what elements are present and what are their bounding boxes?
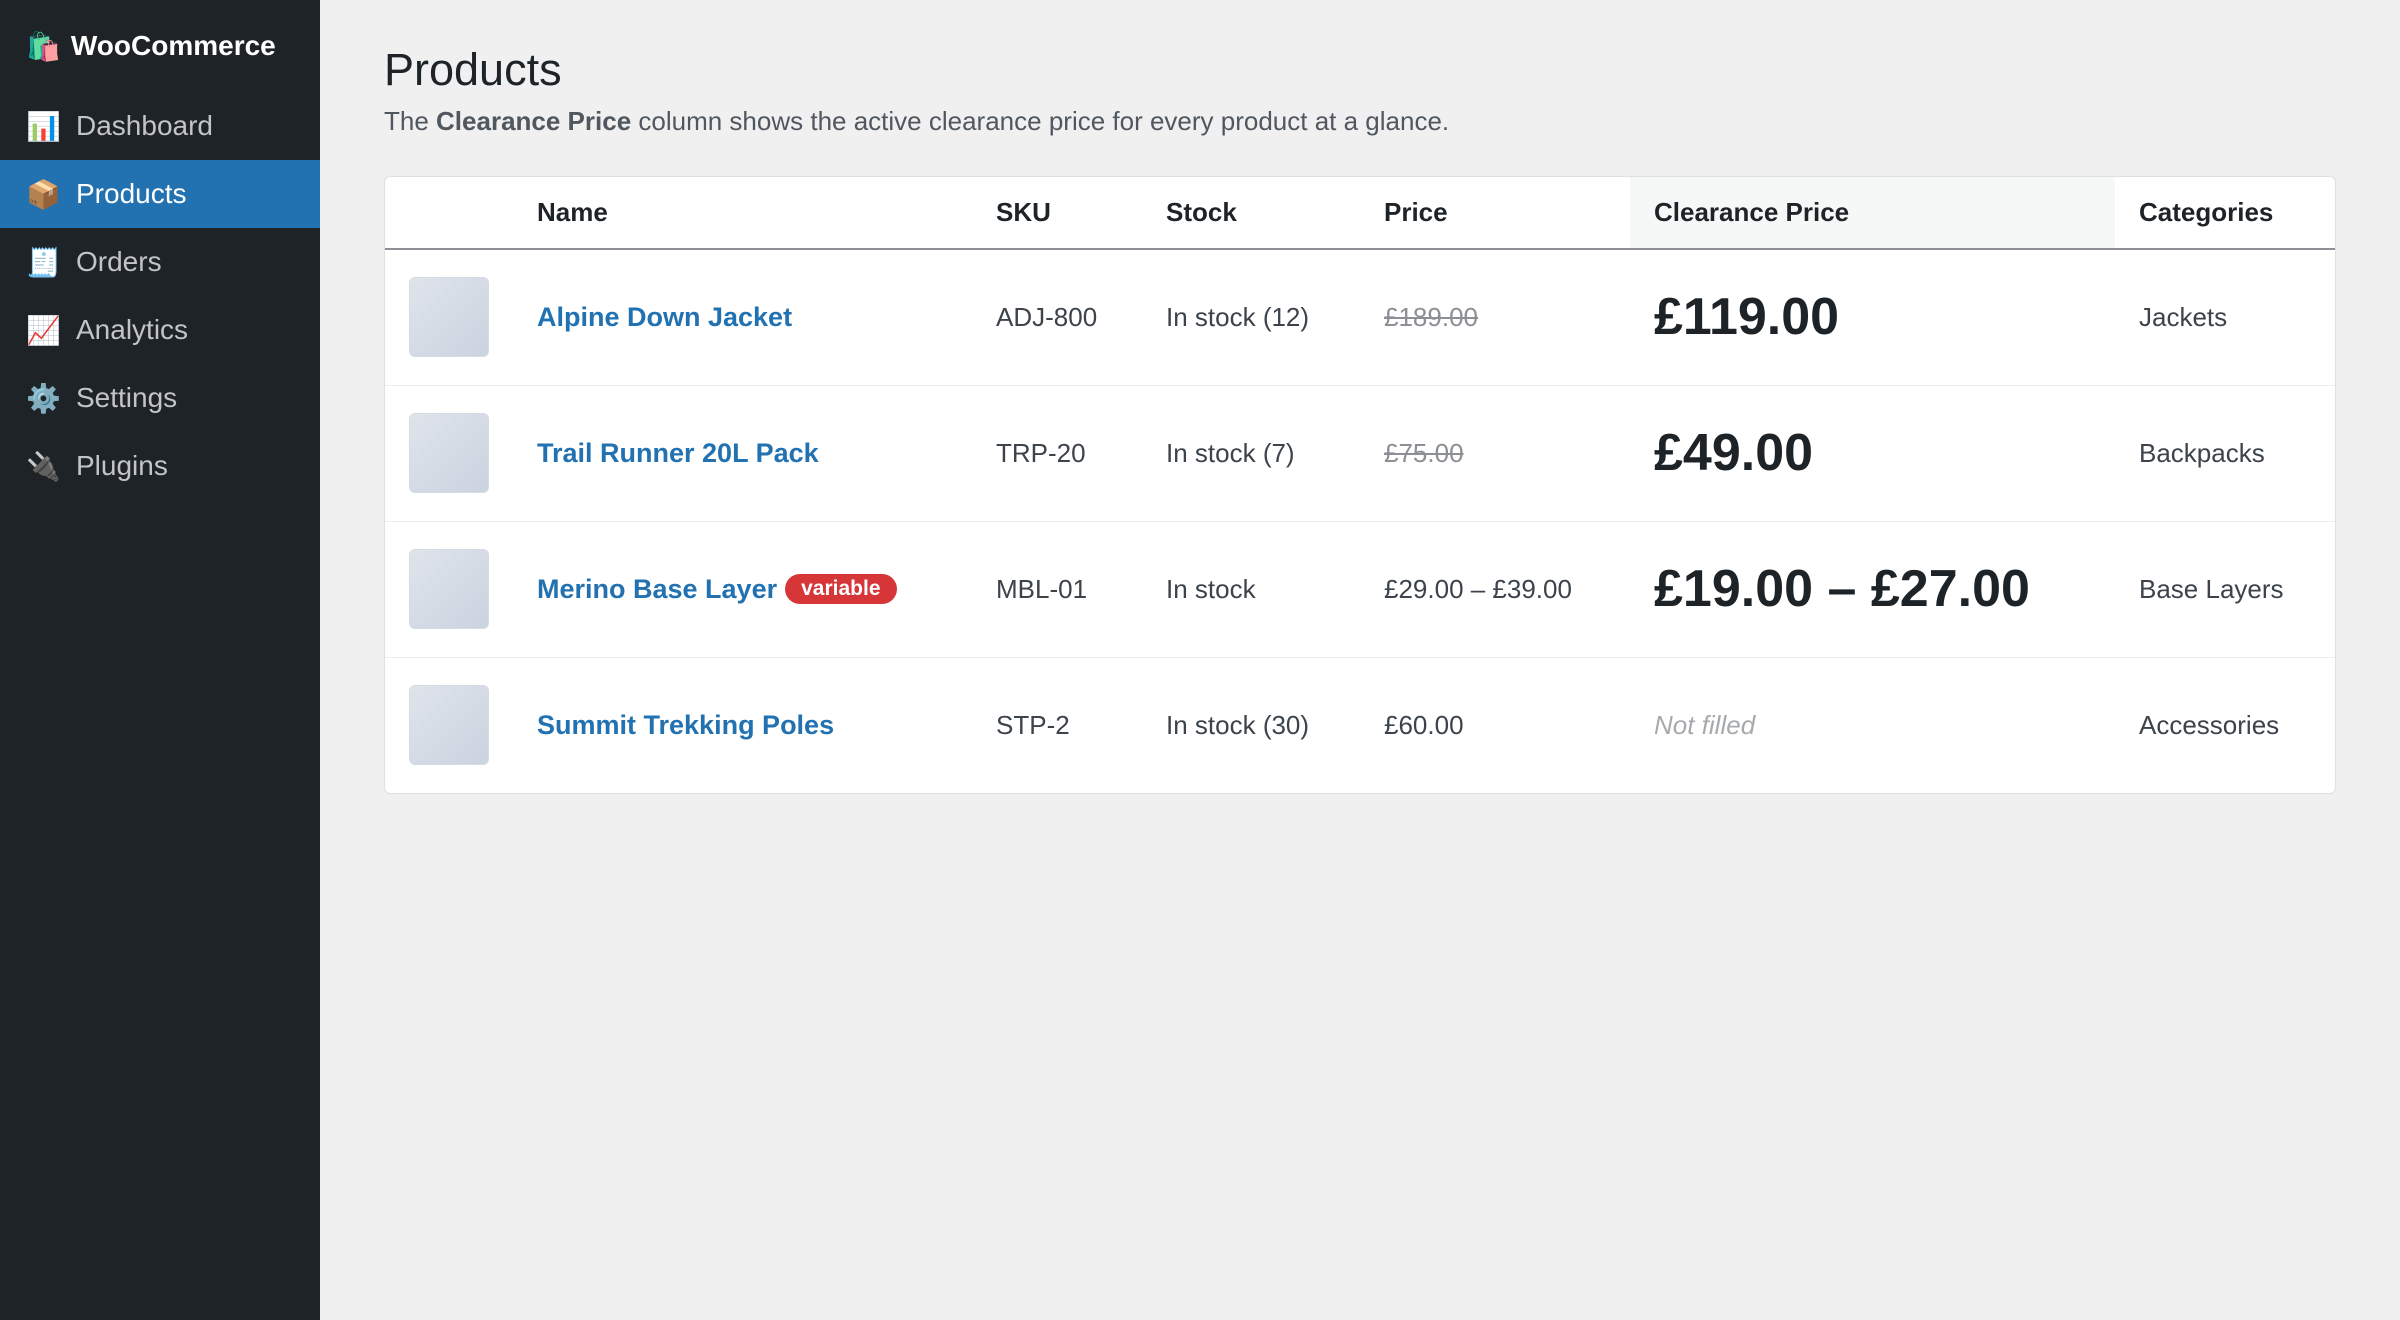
table-row: Merino Base Layer variable MBL-01 In stoc… <box>385 521 2335 658</box>
regular-price-struck: £189.00 <box>1384 301 1478 332</box>
table-row: Summit Trekking Poles STP-2 In stock (30… <box>385 657 2335 793</box>
stock-cell: In stock <box>1142 521 1360 658</box>
stock-cell: In stock (30) <box>1166 709 1310 740</box>
price-cell: £189.00 <box>1360 249 1630 386</box>
products-table: Name SKU Stock Price Clearance Price Cat… <box>385 177 2335 793</box>
clearance-price: £19.00 – £27.00 <box>1654 560 2030 618</box>
sidebar-item-orders[interactable]: 🧾 Orders <box>0 228 320 296</box>
sku-cell: TRP-20 <box>972 385 1142 522</box>
header-name[interactable]: Name <box>513 177 972 250</box>
product-name-link[interactable]: Alpine Down Jacket <box>537 302 792 332</box>
header-categories[interactable]: Categories <box>2115 177 2335 250</box>
price-cell: £60.00 <box>1360 657 1630 793</box>
thumb-cell <box>385 657 513 793</box>
product-thumbnail[interactable] <box>409 685 489 766</box>
thumb-cell <box>385 249 513 386</box>
sku-cell: ADJ-800 <box>972 249 1142 386</box>
clearance-cell: £19.00 – £27.00 <box>1630 521 2115 658</box>
price-cell: £75.00 <box>1360 385 1630 522</box>
clearance-not-filled: Not filled <box>1654 709 1756 740</box>
sidebar-item-label: Plugins <box>76 450 168 481</box>
name-cell: Trail Runner 20L Pack <box>513 385 972 522</box>
page-title: Products <box>384 44 562 95</box>
clearance-price: £119.00 <box>1654 288 1840 347</box>
table-row: Trail Runner 20L Pack TRP-20 In stock (7… <box>385 385 2335 522</box>
desc-bold: Clearance Price <box>436 106 632 136</box>
desc-suffix: column shows the active clearance price … <box>631 106 1450 136</box>
sidebar-item-label: Products <box>76 178 187 209</box>
variable-badge: variable <box>785 573 897 604</box>
page-description: The Clearance Price column shows the act… <box>384 104 1449 138</box>
sidebar-item-label: Orders <box>76 246 162 277</box>
price-cell: £29.00 – £39.00 <box>1360 521 1630 658</box>
table-row: Alpine Down Jacket ADJ-800 In stock (12)… <box>385 249 2335 386</box>
sidebar-item-products[interactable]: 📦 Products <box>0 160 320 228</box>
name-cell: Alpine Down Jacket <box>513 249 972 386</box>
product-name-link[interactable]: Summit Trekking Poles <box>537 710 834 740</box>
name-cell: Summit Trekking Poles <box>513 657 972 793</box>
name-cell: Merino Base Layer variable <box>513 521 972 658</box>
clearance-price: £49.00 <box>1654 424 1814 482</box>
package-icon: 📦 <box>26 178 61 210</box>
sidebar-item-analytics[interactable]: 📈 Analytics <box>0 296 320 364</box>
thumb-cell <box>385 385 513 522</box>
admin-sidebar: 🛍️ WooCommerce 📊 Dashboard 📦 Products 🧾 … <box>0 0 320 1320</box>
sidebar-item-dashboard[interactable]: 📊 Dashboard <box>0 92 320 160</box>
header-sku[interactable]: SKU <box>972 177 1142 250</box>
product-thumbnail[interactable] <box>409 549 489 629</box>
sidebar-nav: 📊 Dashboard 📦 Products 🧾 Orders 📈 Analyt… <box>0 92 320 500</box>
receipt-icon: 🧾 <box>26 246 61 278</box>
sku-cell: STP-2 <box>996 709 1070 740</box>
regular-price: £60.00 <box>1384 709 1464 740</box>
header-thumb <box>385 177 513 250</box>
sidebar-item-label: Analytics <box>76 314 189 345</box>
trend-icon: 📈 <box>26 314 61 346</box>
category-cell: Base Layers <box>2115 521 2335 658</box>
header-price[interactable]: Price <box>1360 177 1630 250</box>
regular-price-struck: £75.00 <box>1384 437 1464 468</box>
category-cell: Backpacks <box>2115 385 2335 522</box>
regular-price: £29.00 – £39.00 <box>1384 573 1572 604</box>
stock-cell: In stock (12) <box>1142 249 1360 386</box>
header-stock[interactable]: Stock <box>1142 177 1360 250</box>
desc-prefix: The <box>384 106 437 136</box>
product-name-link[interactable]: Merino Base Layer <box>537 574 777 604</box>
stock-cell: In stock (7) <box>1142 385 1360 522</box>
sidebar-item-label: Settings <box>76 382 178 413</box>
category-cell: Jackets <box>2115 249 2335 386</box>
table-header-row: Name SKU Stock Price Clearance Price Cat… <box>385 177 2335 250</box>
thumb-cell <box>385 521 513 658</box>
brand[interactable]: 🛍️ WooCommerce <box>0 0 320 92</box>
clearance-cell: Not filled <box>1630 657 2115 793</box>
chart-icon: 📊 <box>26 110 61 142</box>
category-cell: Accessories <box>2139 709 2280 740</box>
shopping-bag-icon: 🛍️ <box>26 30 61 62</box>
products-table-card: Name SKU Stock Price Clearance Price Cat… <box>384 176 2336 794</box>
plug-icon: 🔌 <box>26 450 61 482</box>
sidebar-item-label: Dashboard <box>76 110 213 141</box>
product-thumbnail[interactable] <box>409 277 489 358</box>
product-name-link[interactable]: Trail Runner 20L Pack <box>537 438 819 468</box>
sidebar-item-settings[interactable]: ⚙️ Settings <box>0 364 320 432</box>
brand-label: WooCommerce <box>70 30 276 61</box>
sku-cell: MBL-01 <box>972 521 1142 658</box>
clearance-cell: £49.00 <box>1630 385 2115 522</box>
clearance-cell: £119.00 <box>1630 249 2115 386</box>
header-clearance-price[interactable]: Clearance Price <box>1630 177 2115 250</box>
product-thumbnail[interactable] <box>409 413 489 493</box>
sidebar-item-plugins[interactable]: 🔌 Plugins <box>0 432 320 500</box>
gear-icon: ⚙️ <box>26 382 61 414</box>
